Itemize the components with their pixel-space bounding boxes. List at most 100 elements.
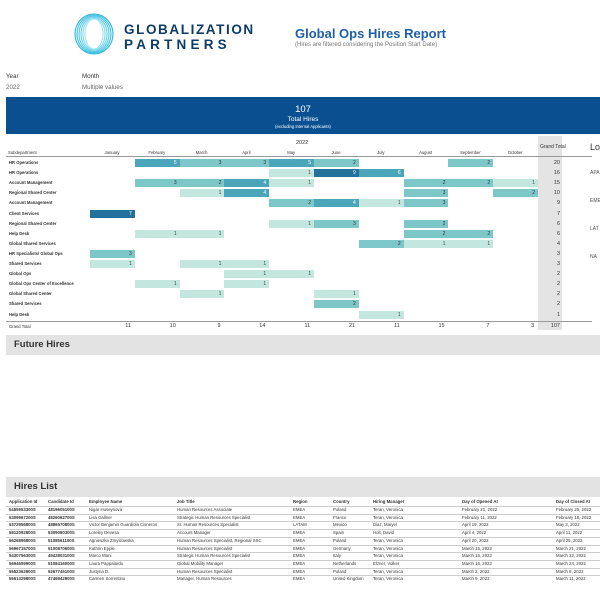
pivot-cell[interactable]: 1	[224, 280, 270, 289]
pivot-cell[interactable]: 1	[403, 239, 449, 248]
pivot-cell[interactable]: 2	[314, 300, 359, 309]
subdepartment-label[interactable]: Global Shared Center	[9, 291, 52, 296]
pivot-cell[interactable]: 3	[403, 199, 449, 208]
subdepartment-label[interactable]: Global Ops Center of Excellence	[9, 281, 74, 286]
pivot-cell[interactable]: 2	[448, 229, 494, 238]
pivot-cell[interactable]: 1	[269, 219, 314, 228]
hires-cell[interactable]: Agnieszka Zmyslowska	[89, 538, 134, 543]
pivot-cell[interactable]: 5	[134, 159, 180, 167]
subdepartment-label[interactable]: Global Ops	[9, 271, 31, 276]
hires-cell: Strategic Human Resources Specialist	[177, 553, 251, 559]
filter-year-value[interactable]: 2022	[6, 84, 20, 91]
pivot-cell[interactable]: 1	[134, 229, 180, 238]
subdepartment-label[interactable]: Account Management	[9, 200, 53, 205]
hires-column-header[interactable]: Region	[293, 499, 308, 504]
pivot-cell[interactable]: 1	[269, 270, 314, 279]
pivot-cell[interactable]: 2	[448, 179, 494, 188]
pivot-cell[interactable]: 2	[314, 159, 359, 167]
pivot-cell[interactable]: 1	[448, 239, 494, 248]
pivot-cell[interactable]: 1	[269, 179, 314, 188]
subdepartment-label[interactable]: Account Management	[9, 180, 53, 185]
hires-column-header[interactable]: Application Id	[9, 499, 37, 504]
subdepartment-header: Subdepartment	[8, 150, 37, 155]
pivot-cell[interactable]: 3	[90, 249, 135, 258]
pivot-cell[interactable]: 5	[269, 159, 314, 167]
subdepartment-label[interactable]: Shared Services	[9, 301, 42, 306]
hires-cell[interactable]: Carmen Sorrentino	[89, 576, 125, 581]
pivot-cell[interactable]: 1	[493, 179, 538, 188]
subdepartment-label[interactable]: Regional Shared Center	[9, 190, 56, 195]
pivot-cell[interactable]: 2	[403, 219, 449, 228]
pivot-cell[interactable]: 1	[269, 169, 314, 178]
pivot-cell[interactable]: 7	[90, 209, 135, 218]
pivot-cell[interactable]: 3	[314, 219, 359, 228]
subdepartment-label[interactable]: HR Operations	[9, 160, 38, 165]
future-hires-bar: Future Hires	[6, 335, 600, 355]
grand-total-cell: 11	[125, 322, 131, 329]
hires-column-header[interactable]: Job Title	[177, 499, 195, 504]
hires-cell[interactable]: Laura Pappalardo	[89, 561, 123, 566]
pivot-cell[interactable]: 2	[493, 189, 538, 198]
pivot-cell[interactable]: 4	[224, 179, 270, 188]
hires-cell: March 9, 2022	[462, 576, 490, 582]
pivot-cell[interactable]: 2	[269, 199, 314, 208]
subdepartment-label[interactable]: Client Services	[9, 211, 39, 216]
hires-column-header[interactable]: Day of Opened At	[462, 499, 498, 504]
pivot-cell[interactable]: 1	[314, 290, 359, 299]
subdepartment-label[interactable]: HR Specialists/ Global Ops	[9, 251, 63, 256]
pivot-cell[interactable]: 3	[179, 159, 225, 167]
subdepartment-label[interactable]: Help Desk	[9, 312, 29, 317]
month-header: February	[148, 150, 166, 155]
hires-cell[interactable]: Lisa Gallner	[89, 515, 112, 520]
hires-column-header[interactable]: Country	[333, 499, 349, 504]
pivot-cell[interactable]: 1	[358, 310, 404, 319]
pivot-cell[interactable]: 1	[179, 290, 225, 299]
hires-cell[interactable]: Marco Mani	[89, 553, 111, 558]
subdepartment-label[interactable]: Global Shared Services	[9, 241, 56, 246]
location-item[interactable]: LAT	[590, 226, 599, 232]
pivot-cell[interactable]: 3	[224, 159, 270, 167]
hires-column-header[interactable]: Day of Closed At	[556, 499, 590, 504]
location-item[interactable]: EME	[590, 198, 600, 204]
pivot-cell[interactable]: 2	[403, 179, 449, 188]
hires-cell[interactable]: Victor Benjamin Guardiola Cisneros	[89, 522, 157, 527]
pivot-cell[interactable]: 4	[224, 189, 270, 198]
subdepartment-label[interactable]: Shared Services	[9, 261, 42, 266]
pivot-cell[interactable]: 2	[403, 229, 449, 238]
pivot-cell[interactable]: 6	[358, 169, 404, 178]
pivot-cell[interactable]: 4	[314, 199, 359, 208]
location-item[interactable]: APA	[590, 170, 600, 176]
pivot-cell[interactable]: 9	[314, 169, 359, 178]
hires-column-header[interactable]: Hiring Manager	[373, 499, 404, 504]
filter-month[interactable]: Month Multiple values	[82, 73, 123, 91]
hires-cell: EMEA	[293, 545, 306, 551]
pivot-cell[interactable]: 2	[179, 179, 225, 188]
hires-cell: March 21, 2022	[556, 545, 586, 551]
pivot-cell[interactable]: 2	[448, 159, 494, 167]
pivot-cell[interactable]: 2	[358, 239, 404, 248]
subdepartment-label[interactable]: Help Desk	[9, 231, 29, 236]
pivot-cell[interactable]: 1	[179, 229, 225, 238]
pivot-cell[interactable]: 1	[358, 199, 404, 208]
hires-column-header[interactable]: Candidate Id	[48, 499, 74, 504]
hires-cell[interactable]: Kathrin Epple	[89, 546, 115, 551]
filter-year[interactable]: Year 2022	[6, 73, 20, 91]
pivot-cell[interactable]: 1	[224, 270, 270, 279]
pivot-cell[interactable]: 1	[179, 260, 225, 268]
hires-cell[interactable]: Justyna D.	[89, 569, 109, 574]
subdepartment-label[interactable]: HR Operations	[9, 170, 38, 175]
subdepartment-label[interactable]: Regional Shared Center	[9, 221, 56, 226]
month-header: January	[104, 150, 120, 155]
hires-cell[interactable]: Loreley Devesa	[89, 530, 119, 535]
location-item[interactable]: NA	[590, 254, 597, 260]
pivot-cell[interactable]: 1	[224, 260, 270, 268]
pivot-cell[interactable]: 3	[403, 189, 449, 198]
pivot-cell[interactable]: 1	[179, 189, 225, 198]
pivot-cell[interactable]: 1	[134, 280, 180, 289]
filter-month-value[interactable]: Multiple values	[82, 84, 123, 91]
hires-cell[interactable]: Nigar Huseynova	[89, 507, 122, 512]
pivot-cell[interactable]: 3	[134, 179, 180, 188]
location-panel[interactable]: Lo APA EME LAT NA	[587, 140, 600, 330]
hires-column-header[interactable]: Employee Name	[89, 499, 122, 504]
pivot-cell[interactable]: 1	[90, 260, 135, 268]
